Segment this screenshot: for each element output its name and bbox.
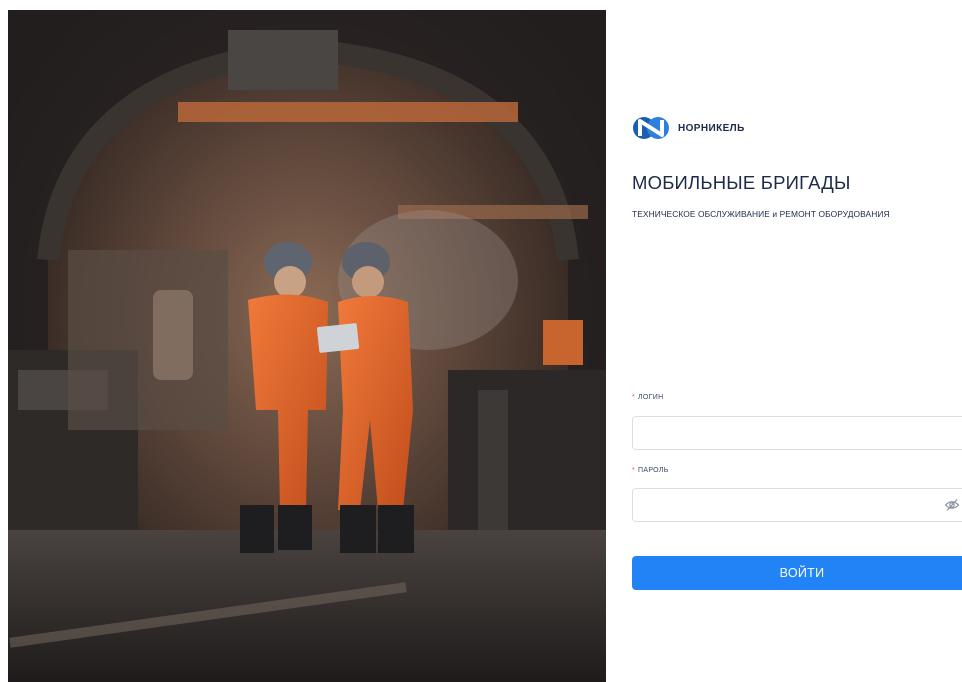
hero-illustration (8, 10, 606, 682)
mine-workers-image (8, 10, 606, 682)
login-button[interactable]: ВОЙТИ (632, 556, 962, 590)
password-label-text: ПАРОЛЬ (638, 467, 669, 474)
password-input[interactable] (632, 488, 962, 522)
login-label: * ЛОГИН (632, 394, 663, 401)
page-subtitle: ТЕХНИЧЕСКОЕ ОБСЛУЖИВАНИЕ и РЕМОНТ ОБОРУД… (632, 209, 890, 219)
page-title: МОБИЛЬНЫЕ БРИГАДЫ (632, 172, 851, 193)
password-label: * ПАРОЛЬ (632, 467, 669, 474)
login-input[interactable] (632, 416, 962, 450)
brand-name: НОРНИКЕЛЬ (678, 122, 745, 134)
required-mark: * (632, 394, 636, 401)
nornickel-logo-icon (633, 117, 669, 139)
login-label-text: ЛОГИН (638, 394, 664, 401)
eye-off-icon[interactable] (944, 498, 960, 512)
brand: НОРНИКЕЛЬ (632, 112, 745, 144)
login-panel: НОРНИКЕЛЬ МОБИЛЬНЫЕ БРИГАДЫ ТЕХНИЧЕСКОЕ … (606, 0, 962, 682)
required-mark: * (632, 467, 636, 474)
